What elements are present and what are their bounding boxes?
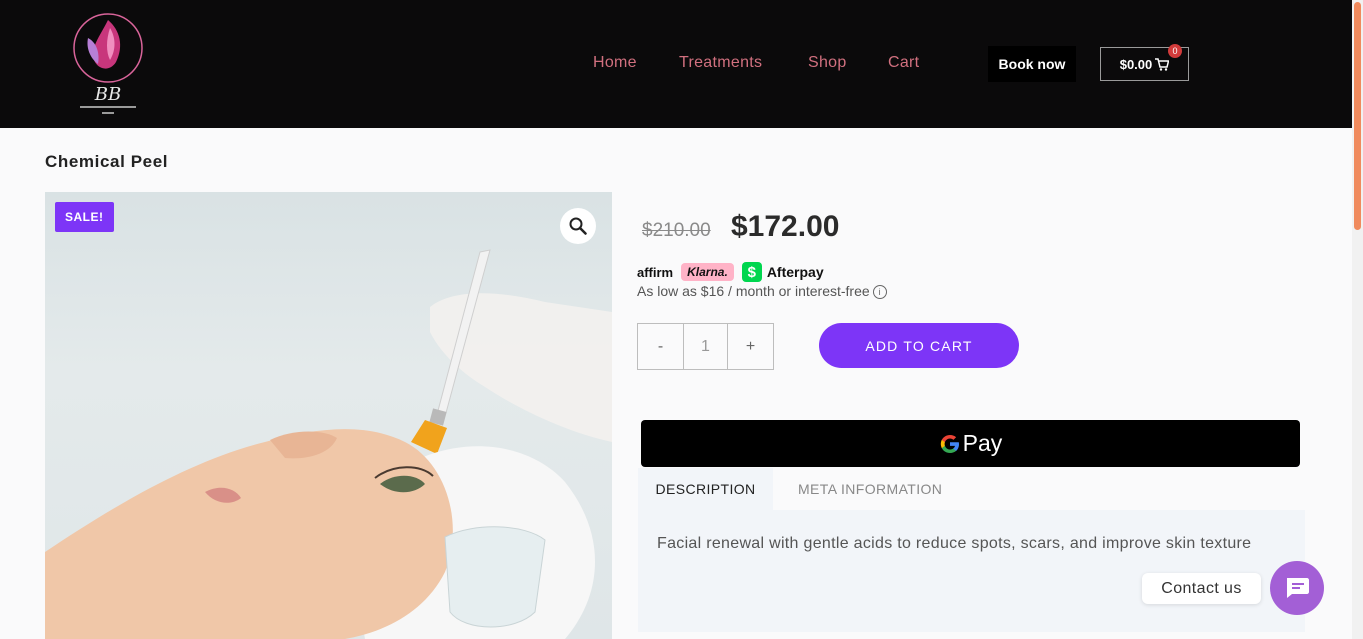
sale-badge: SALE! [55,202,114,232]
description-panel: Facial renewal with gentle acids to redu… [638,510,1305,632]
page-scrollbar[interactable] [1352,0,1363,639]
chat-bubble-icon [1287,578,1309,598]
add-to-cart-button[interactable]: ADD TO CART [819,323,1019,368]
magnifier-icon [569,217,587,235]
book-now-button[interactable]: Book now [988,46,1076,82]
product-tabs: DESCRIPTION META INFORMATION [638,468,1305,510]
info-icon[interactable]: i [872,285,887,300]
installment-text: As low as $16 / month or interest-free [637,283,870,299]
quantity-input[interactable]: 1 [683,324,728,369]
mini-cart-button[interactable]: $0.00 0 [1100,44,1189,81]
product-description: Facial renewal with gentle acids to redu… [657,535,1252,552]
nav-home[interactable]: Home [593,54,637,72]
quantity-stepper: - 1 + [637,323,774,370]
qty-minus-button[interactable]: - [638,324,683,369]
payment-logos: affirm Klarna. $ Afterpay [637,261,824,283]
svg-text:BB: BB [94,84,121,105]
product-image[interactable]: SALE! [45,192,612,639]
installment-message: As low as $16 / month or interest-free i [637,283,887,300]
google-pay-button[interactable]: Pay [641,420,1300,467]
google-g-icon [940,434,959,453]
scrollbar-thumb[interactable] [1354,2,1361,230]
sale-price: $172.00 [731,210,840,243]
site-header: BB Home Treatments Shop Cart Book now $0… [0,0,1352,128]
cart-count-badge: 0 [1168,44,1182,58]
gpay-label: Pay [962,430,1003,456]
afterpay-logo: Afterpay [766,264,824,280]
klarna-logo: Klarna. [681,263,734,281]
chat-launcher-button[interactable] [1270,561,1324,615]
qty-plus-button[interactable]: + [728,324,773,369]
cashapp-icon: $ [741,262,762,282]
image-zoom-button[interactable] [560,208,596,244]
nav-cart[interactable]: Cart [888,54,919,72]
product-title: Chemical Peel [45,152,169,171]
tab-description[interactable]: DESCRIPTION [638,468,773,510]
contact-us-label[interactable]: Contact us [1142,573,1261,604]
tab-meta-information[interactable]: META INFORMATION [798,468,942,510]
regular-price: $210.00 [642,220,711,241]
nav-shop[interactable]: Shop [808,54,847,72]
product-photo-illustration [45,249,612,639]
affirm-logo: affirm [637,264,674,280]
cart-total: $0.00 [1119,56,1153,72]
cart-icon [1155,57,1170,71]
nav-treatments[interactable]: Treatments [679,54,762,72]
site-logo[interactable]: BB [70,8,146,118]
